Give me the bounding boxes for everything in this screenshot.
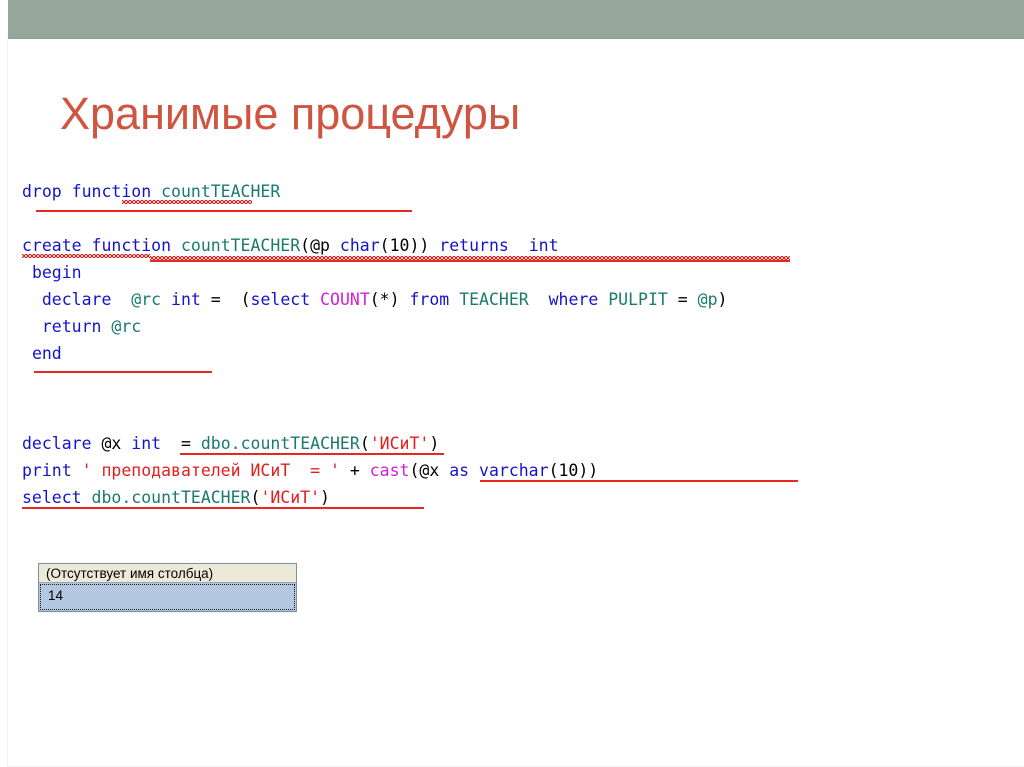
line-begin: begin: [22, 259, 727, 286]
results-grid-column-header: (Отсутствует имя столбца): [39, 564, 296, 583]
code-token: @p: [310, 236, 330, 255]
code-token: begin: [31, 263, 82, 282]
results-grid-row[interactable]: 14: [39, 583, 296, 611]
code-token: int: [131, 434, 162, 453]
code-token: PULPIT: [608, 290, 668, 309]
page-title: Хранимые процедуры: [60, 88, 521, 139]
results-grid[interactable]: (Отсутствует имя столбца) 14: [38, 563, 297, 612]
code-token: @p: [697, 290, 718, 309]
line-print: print ' преподавателей ИСиТ = ' + cast(@…: [22, 457, 598, 484]
code-token: dbo.countTEACHER: [91, 488, 251, 507]
slide: Хранимые процедуры drop function countTE…: [0, 0, 1024, 767]
code-token: )): [578, 461, 599, 480]
code-token: (: [300, 236, 311, 255]
code-token: ): [717, 290, 728, 309]
code-token: (: [379, 236, 390, 255]
sql-code-block-create-function: drop function countTEACHER create functi…: [22, 178, 790, 373]
code-token: (: [359, 434, 370, 453]
code-token: (*): [369, 290, 410, 309]
code-token: print: [22, 461, 72, 480]
code-token: int: [171, 290, 201, 309]
code-token: drop function: [22, 182, 162, 201]
code-token: create function: [22, 236, 181, 255]
code-token: +: [339, 461, 370, 480]
code-token: declare: [22, 434, 92, 453]
code-token: char: [329, 236, 380, 255]
code-token: int: [528, 236, 559, 255]
code-token: from: [409, 290, 450, 309]
code-token: TEACHER: [459, 290, 529, 309]
line-end: end: [22, 340, 727, 367]
line-blank-1: [22, 205, 727, 232]
code-token: dbo.countTEACHER: [200, 434, 360, 453]
code-token: 'ИСиТ': [260, 488, 321, 507]
code-token: @rc: [131, 290, 162, 309]
line-declare-rc: declare @rc int = (select COUNT(*) from …: [22, 286, 728, 313]
code-token: where: [548, 290, 599, 309]
code-token: declare: [41, 290, 112, 309]
code-token: select: [22, 488, 82, 507]
code-token: COUNT: [320, 290, 370, 309]
code-token: countTEACHER: [180, 236, 301, 255]
line-drop: drop function countTEACHER: [22, 178, 727, 205]
code-token: (: [250, 488, 261, 507]
code-token: )): [409, 236, 440, 255]
code-token: = (: [200, 290, 251, 309]
code-token: ' преподавателей ИСиТ = ': [81, 461, 340, 480]
line-select-call: select dbo.countTEACHER('ИСиТ'): [22, 484, 598, 511]
code-token: @x: [419, 461, 440, 480]
code-token: ): [320, 488, 330, 507]
code-token: select: [250, 290, 311, 309]
code-token: 10: [389, 236, 410, 255]
line-create: create function countTEACHER(@p char(10)…: [22, 232, 727, 259]
code-token: varchar: [479, 461, 549, 480]
code-token: 10: [558, 461, 579, 480]
code-token: 'ИСиТ': [369, 434, 430, 453]
top-banner: [8, 0, 1024, 38]
line-declare-x: declare @x int = dbo.countTEACHER('ИСиТ'…: [22, 430, 598, 457]
code-token: end: [31, 344, 62, 363]
code-token: countTEACHER: [161, 182, 281, 201]
code-token: =: [161, 434, 201, 453]
code-token: return: [41, 317, 102, 336]
sql-code-block-invoke-function: declare @x int = dbo.countTEACHER('ИСиТ'…: [22, 430, 798, 511]
code-token: =: [667, 290, 698, 309]
code-token: @x: [101, 434, 122, 453]
banner-edge: [8, 38, 1024, 39]
code-token: @rc: [111, 317, 142, 336]
code-token: cast: [369, 461, 410, 480]
line-return-rc: return @rc: [22, 313, 727, 340]
code-token: returns: [439, 236, 509, 255]
code-token: (: [409, 461, 420, 480]
code-token: (: [548, 461, 559, 480]
left-rule: [7, 38, 8, 767]
code-token: ): [429, 434, 440, 453]
underline-varchar: [650, 480, 798, 482]
underline-return-line: [34, 371, 212, 373]
code-token: as: [449, 461, 470, 480]
